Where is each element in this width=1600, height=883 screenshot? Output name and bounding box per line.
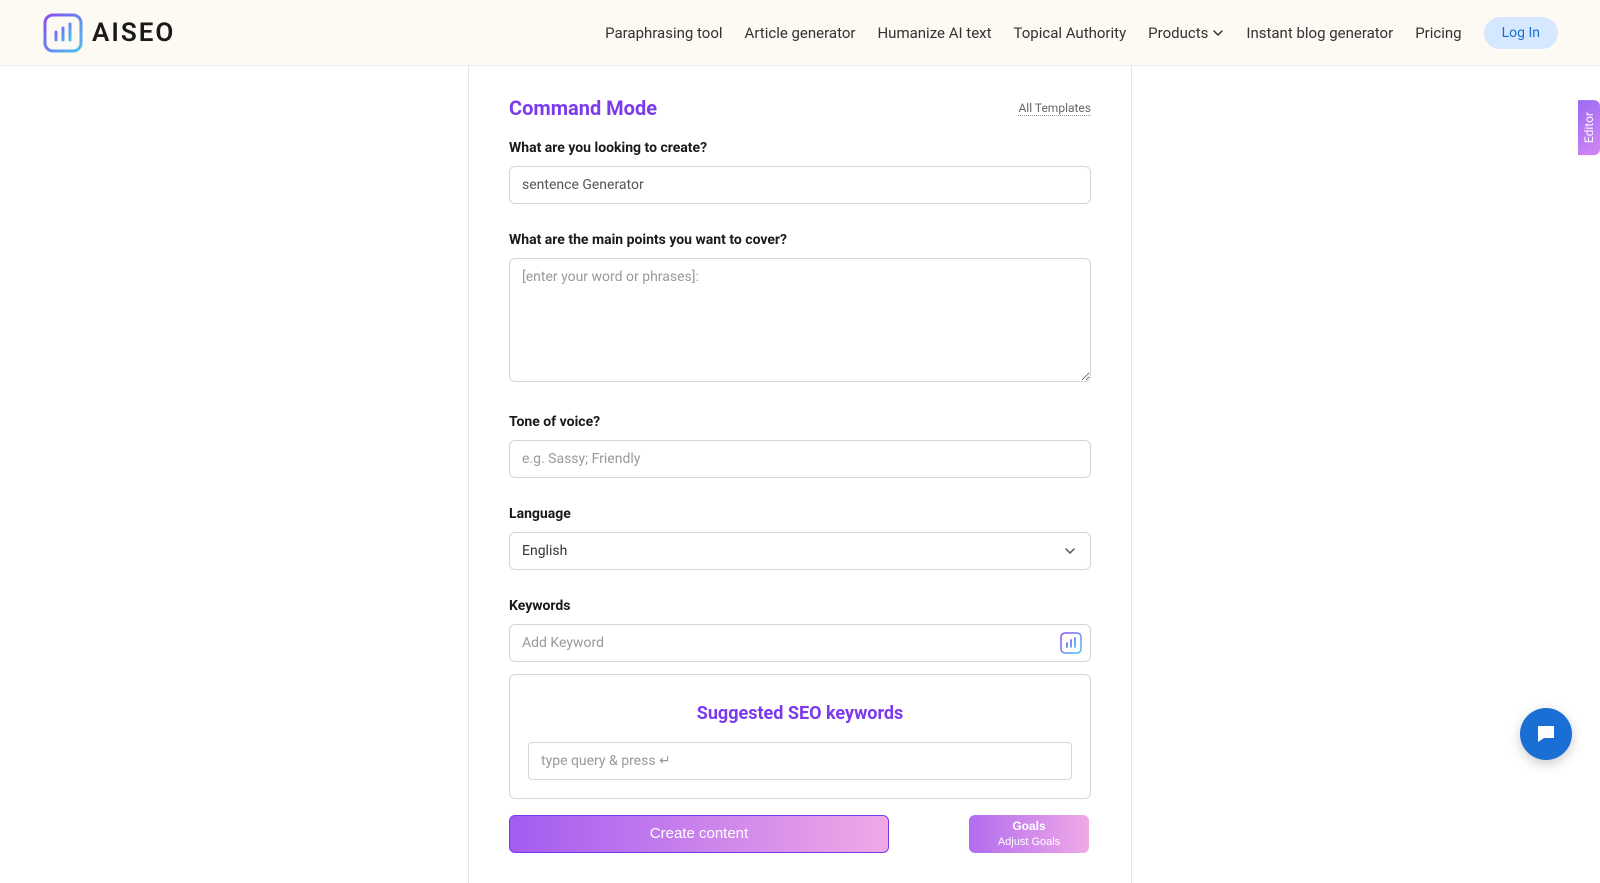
seo-title: Suggested SEO keywords	[528, 703, 1072, 724]
chevron-down-icon	[1212, 27, 1224, 39]
field-tone: Tone of voice?	[509, 414, 1091, 478]
main-points-textarea[interactable]	[509, 258, 1091, 382]
goals-line1: Goals	[969, 819, 1089, 835]
language-label: Language	[509, 506, 1091, 522]
goals-button[interactable]: Goals Adjust Goals	[969, 815, 1089, 853]
top-header: AISEO Paraphrasing tool Article generato…	[0, 0, 1600, 66]
panel-header: Command Mode All Templates	[509, 96, 1091, 120]
nav-paraphrasing[interactable]: Paraphrasing tool	[605, 24, 722, 42]
chat-icon	[1534, 722, 1558, 746]
main-points-label: What are the main points you want to cov…	[509, 232, 1091, 248]
keywords-input[interactable]	[509, 624, 1091, 662]
login-button[interactable]: Log In	[1484, 17, 1558, 49]
brand-logo[interactable]: AISEO	[42, 12, 175, 54]
field-what-create: What are you looking to create?	[509, 140, 1091, 204]
brand-text: AISEO	[92, 18, 175, 48]
tone-input[interactable]	[509, 440, 1091, 478]
field-main-points: What are the main points you want to cov…	[509, 232, 1091, 386]
create-content-button[interactable]: Create content	[509, 815, 889, 853]
nav-article-generator[interactable]: Article generator	[745, 24, 856, 42]
seo-suggestions-box: Suggested SEO keywords	[509, 674, 1091, 799]
nav-instant-blog[interactable]: Instant blog generator	[1246, 24, 1393, 42]
all-templates-link[interactable]: All Templates	[1018, 101, 1091, 116]
seo-query-input[interactable]	[528, 742, 1072, 780]
editor-side-tab[interactable]: Editor	[1578, 100, 1600, 155]
field-keywords: Keywords	[509, 598, 1091, 662]
what-create-input[interactable]	[509, 166, 1091, 204]
nav-topical-authority[interactable]: Topical Authority	[1014, 24, 1127, 42]
main-area: Command Mode All Templates What are you …	[0, 66, 1600, 883]
keywords-label: Keywords	[509, 598, 1091, 614]
nav-products[interactable]: Products	[1148, 24, 1224, 42]
what-create-label: What are you looking to create?	[509, 140, 1091, 156]
top-nav: Paraphrasing tool Article generator Huma…	[605, 17, 1558, 49]
command-mode-title: Command Mode	[509, 96, 657, 120]
keyword-suggest-icon[interactable]	[1059, 631, 1083, 655]
chat-bubble-button[interactable]	[1520, 708, 1572, 760]
action-buttons: Create content Goals Adjust Goals	[509, 815, 1091, 853]
brand-logo-icon	[42, 12, 84, 54]
tone-label: Tone of voice?	[509, 414, 1091, 430]
command-panel: Command Mode All Templates What are you …	[468, 66, 1132, 883]
language-select[interactable]: English	[509, 532, 1091, 570]
field-language: Language English	[509, 506, 1091, 570]
nav-humanize[interactable]: Humanize AI text	[877, 24, 991, 42]
nav-pricing[interactable]: Pricing	[1415, 24, 1461, 42]
goals-line2: Adjust Goals	[969, 835, 1089, 849]
